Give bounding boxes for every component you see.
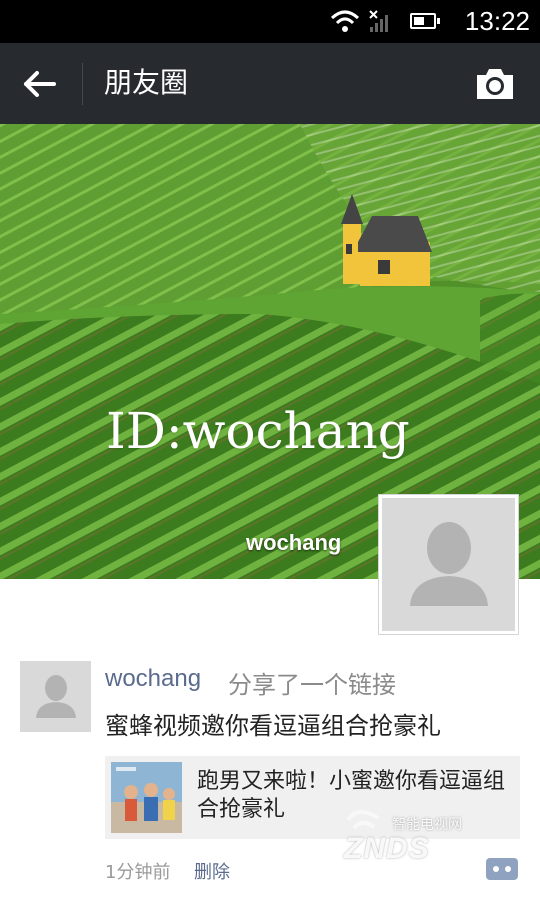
- cover-username: wochang: [246, 530, 342, 555]
- comment-icon[interactable]: [484, 856, 520, 882]
- link-thumbnail: [111, 762, 182, 833]
- post-time: 1分钟前: [105, 862, 171, 883]
- watermark-text: ZNDS: [344, 832, 430, 865]
- post-avatar[interactable]: [20, 661, 91, 732]
- cover-id-text: ID:wochang: [106, 402, 410, 460]
- camera-icon[interactable]: [474, 65, 516, 103]
- post-action-text: 分享了一个链接: [228, 671, 396, 699]
- default-avatar-icon: [410, 522, 488, 606]
- status-bar: 13:22: [0, 0, 540, 43]
- title-bar: 朋友圈: [0, 43, 540, 124]
- watermark-subtext: 智能电视网: [392, 817, 462, 833]
- wifi-icon: [330, 10, 360, 32]
- profile-avatar[interactable]: [378, 494, 519, 635]
- battery-icon: [410, 13, 440, 29]
- default-avatar-icon: [36, 675, 76, 718]
- post-text: 蜜蜂视频邀你看逗逼组合抢豪礼: [105, 712, 441, 740]
- delete-button[interactable]: 删除: [194, 858, 230, 884]
- arrow-left-icon[interactable]: [18, 63, 62, 105]
- signal-icon: [369, 10, 388, 32]
- status-time: 13:22: [464, 6, 530, 36]
- page-title: 朋友圈: [104, 66, 189, 99]
- post-username[interactable]: wochang: [105, 665, 201, 693]
- title-divider: [82, 63, 83, 105]
